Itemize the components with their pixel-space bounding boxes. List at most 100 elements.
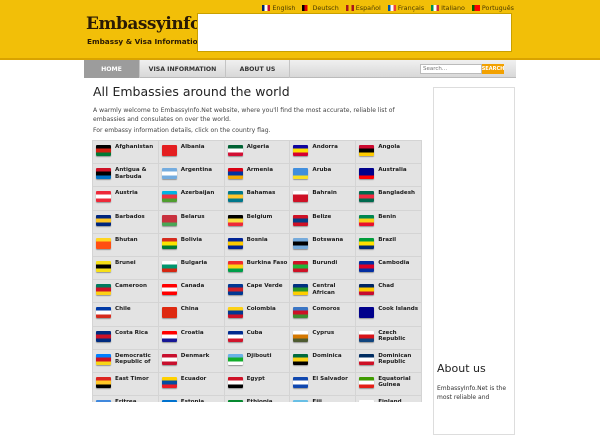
country-name[interactable]: Bolivia (181, 237, 202, 244)
country-name[interactable]: Benin (378, 214, 396, 221)
country-flag-icon[interactable] (227, 376, 243, 388)
country-cell[interactable]: Ethiopia (224, 396, 290, 402)
country-cell[interactable]: Czech Republic (356, 326, 421, 349)
country-name[interactable]: Bangladesh (378, 190, 415, 197)
country-name[interactable]: Barbados (115, 214, 145, 221)
language-link[interactable]: Português (471, 3, 514, 13)
country-flag-icon[interactable] (161, 191, 177, 203)
country-name[interactable]: Cook Islands (378, 306, 418, 313)
country-cell[interactable]: Central African (290, 280, 356, 303)
country-cell[interactable]: Cuba (224, 326, 290, 349)
country-cell[interactable]: Belize (290, 210, 356, 233)
country-cell[interactable]: Egypt (224, 372, 290, 396)
country-flag-icon[interactable] (227, 330, 243, 342)
country-cell[interactable]: Croatia (158, 326, 224, 349)
country-flag-icon[interactable] (161, 353, 177, 365)
nav-visa-information[interactable]: VISA INFORMATION (140, 60, 226, 78)
country-flag-icon[interactable] (161, 168, 177, 180)
language-link[interactable]: Deutsch (302, 3, 339, 13)
country-flag-icon[interactable] (293, 145, 309, 156)
country-name[interactable]: Azerbaijan (181, 190, 215, 197)
country-cell[interactable]: Cyprus (290, 326, 356, 349)
country-flag-icon[interactable] (293, 376, 309, 388)
country-flag-icon[interactable] (227, 214, 243, 226)
country-flag-icon[interactable] (227, 145, 243, 156)
country-name[interactable]: Belize (312, 214, 331, 221)
country-flag-icon[interactable] (161, 376, 177, 388)
country-flag-icon[interactable] (227, 400, 243, 402)
country-cell[interactable]: Azerbaijan (158, 187, 224, 210)
country-cell[interactable]: Finland (356, 396, 421, 402)
country-cell[interactable]: Bolivia (158, 233, 224, 256)
country-name[interactable]: Bulgaria (181, 260, 207, 267)
country-flag-icon[interactable] (96, 191, 111, 203)
country-name[interactable]: Cameroon (115, 283, 147, 290)
country-flag-icon[interactable] (227, 191, 243, 203)
country-name[interactable]: Colombia (247, 306, 276, 313)
country-name[interactable]: Brunei (115, 260, 136, 267)
country-flag-icon[interactable] (359, 237, 375, 249)
country-name[interactable]: Croatia (181, 330, 204, 337)
country-cell[interactable]: Brunei (93, 256, 158, 280)
country-cell[interactable]: Cameroon (93, 280, 158, 303)
country-flag-icon[interactable] (293, 168, 309, 180)
country-name[interactable]: Dominica (312, 353, 341, 360)
country-name[interactable]: Cambodia (378, 260, 409, 267)
country-flag-icon[interactable] (359, 145, 375, 156)
country-flag-icon[interactable] (227, 168, 243, 180)
country-name[interactable]: Djibouti (247, 353, 272, 360)
country-name[interactable]: Chile (115, 306, 131, 313)
country-flag-icon[interactable] (359, 260, 375, 272)
nav-about-us[interactable]: ABOUT US (226, 60, 290, 78)
country-name[interactable]: Central African (312, 283, 353, 296)
country-flag-icon[interactable] (161, 237, 177, 249)
country-flag-icon[interactable] (96, 400, 111, 402)
country-flag-icon[interactable] (359, 168, 375, 180)
country-name[interactable]: Dominican Republic (378, 353, 419, 366)
country-cell[interactable]: Denmark (158, 349, 224, 372)
country-cell[interactable]: Equatorial Guinea (356, 372, 421, 396)
country-name[interactable]: China (181, 306, 199, 313)
country-cell[interactable]: El Salvador (290, 372, 356, 396)
country-name[interactable]: Albania (181, 144, 205, 151)
country-cell[interactable]: Canada (158, 280, 224, 303)
country-cell[interactable]: Bahamas (224, 187, 290, 210)
country-cell[interactable]: Brazil (356, 233, 421, 256)
country-cell[interactable]: Colombia (224, 303, 290, 326)
country-flag-icon[interactable] (96, 284, 111, 296)
country-name[interactable]: Afghanistan (115, 144, 153, 151)
country-name[interactable]: East Timor (115, 376, 149, 383)
country-name[interactable]: Canada (181, 283, 204, 290)
country-cell[interactable]: Chile (93, 303, 158, 326)
country-flag-icon[interactable] (359, 284, 375, 296)
country-cell[interactable]: Australia (356, 164, 421, 187)
country-flag-icon[interactable] (161, 260, 177, 272)
country-cell[interactable]: Botswana (290, 233, 356, 256)
country-flag-icon[interactable] (161, 307, 177, 319)
country-name[interactable]: Brazil (378, 237, 396, 244)
country-name[interactable]: Cyprus (312, 330, 334, 337)
country-cell[interactable]: Belarus (158, 210, 224, 233)
country-name[interactable]: Botswana (312, 237, 343, 244)
search-input[interactable] (420, 64, 482, 74)
country-name[interactable]: Bahamas (247, 190, 276, 197)
country-name[interactable]: Ecuador (181, 376, 207, 383)
country-flag-icon[interactable] (293, 237, 309, 249)
country-name[interactable]: Angola (378, 144, 400, 151)
country-cell[interactable]: Barbados (93, 210, 158, 233)
country-name[interactable]: Belgium (247, 214, 273, 221)
country-flag-icon[interactable] (227, 237, 243, 249)
country-flag-icon[interactable] (96, 376, 111, 388)
country-flag-icon[interactable] (161, 400, 177, 402)
country-name[interactable]: Armenia (247, 167, 273, 174)
country-name[interactable]: El Salvador (312, 376, 347, 383)
country-cell[interactable]: Benin (356, 210, 421, 233)
country-flag-icon[interactable] (96, 168, 111, 180)
country-name[interactable]: Costa Rica (115, 330, 148, 337)
country-cell[interactable]: Antigua & Barbuda (93, 164, 158, 187)
country-cell[interactable]: Burkina Faso (224, 256, 290, 280)
country-name[interactable]: Argentina (181, 167, 212, 174)
country-cell[interactable]: Estonia (158, 396, 224, 402)
country-flag-icon[interactable] (161, 214, 177, 226)
country-name[interactable]: Cuba (247, 330, 263, 337)
